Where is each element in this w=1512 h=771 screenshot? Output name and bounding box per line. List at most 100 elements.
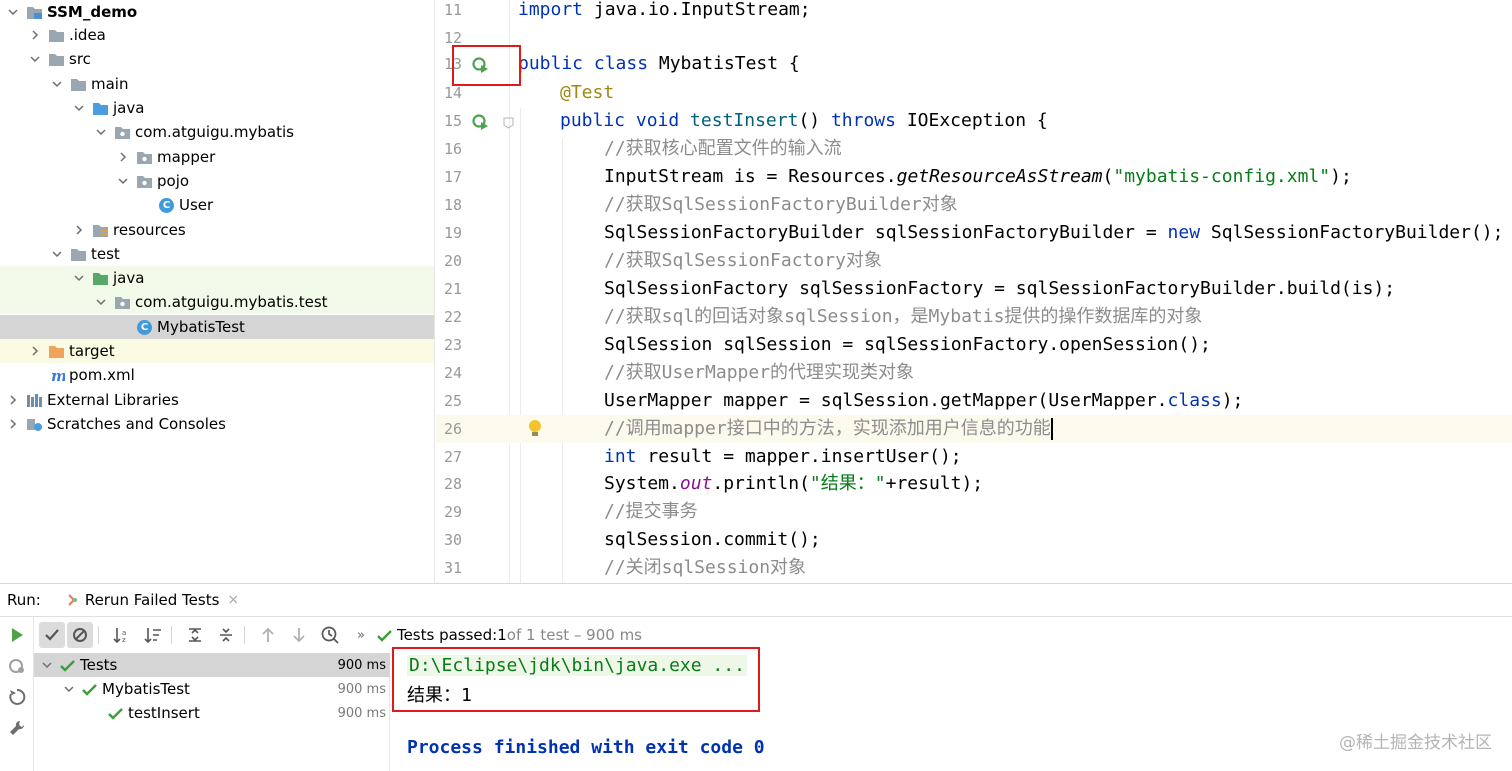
code-line: 28 System.out.println("结果："+result);: [436, 470, 1512, 498]
sort-alphabetically-icon[interactable]: az: [109, 622, 135, 648]
run-test-method-icon[interactable]: [472, 113, 490, 131]
tree-item-class-user[interactable]: C User: [0, 193, 434, 217]
chevron-right-icon[interactable]: [116, 150, 130, 164]
tree-item-package-mapper[interactable]: mapper: [0, 145, 434, 169]
chevron-down-icon[interactable]: [116, 174, 130, 188]
expand-all-icon[interactable]: [182, 622, 208, 648]
test-node-tests[interactable]: Tests 900 ms: [34, 653, 390, 677]
rerun-failed-icon[interactable]: [8, 657, 26, 675]
tree-item-test[interactable]: test: [0, 242, 434, 266]
excluded-folder-icon: [48, 343, 65, 360]
show-ignored-button[interactable]: [67, 622, 93, 648]
tree-item-ssm-demo[interactable]: SSM_demo: [0, 0, 434, 24]
chevron-right-icon[interactable]: [28, 344, 42, 358]
tree-item-label: pojo: [157, 172, 190, 190]
run-tab-bar: Run: Rerun Failed Tests ×: [0, 584, 1512, 617]
maven-icon: m: [48, 367, 65, 384]
chevron-down-icon[interactable]: [94, 295, 108, 309]
test-toolbar: az » Tests passed: 1 of 1 test – 900 ms: [34, 617, 1512, 653]
tree-item-package-mybatis[interactable]: com.atguigu.mybatis: [0, 120, 434, 144]
tree-item-package-pojo[interactable]: pojo: [0, 169, 434, 193]
code-text: sqlSession.commit();: [604, 529, 821, 550]
tree-item-external-libraries[interactable]: External Libraries: [0, 388, 434, 412]
tree-item-test-java[interactable]: java: [0, 266, 434, 290]
code-line: 31 //关闭sqlSession对象: [436, 554, 1512, 582]
chevron-down-icon[interactable]: [40, 658, 54, 672]
tree-item-main-java[interactable]: java: [0, 96, 434, 120]
tab-label: Rerun Failed Tests: [84, 591, 220, 609]
chevron-right-icon[interactable]: [6, 393, 20, 407]
code-text: SqlSessionFactoryBuilder sqlSessionFacto…: [604, 222, 1504, 243]
rerun-icon: [65, 593, 79, 607]
tree-item-src[interactable]: src: [0, 47, 434, 71]
lightbulb-icon[interactable]: [528, 419, 542, 439]
check-icon: [60, 659, 75, 672]
highlight-box: [452, 45, 521, 86]
tree-item-pom[interactable]: m pom.xml: [0, 363, 434, 387]
code-line: 11 import java.io.InputStream;: [436, 0, 1512, 24]
code-line: 13 public class MybatisTest {: [436, 50, 1512, 78]
tree-item-idea[interactable]: .idea: [0, 23, 434, 47]
show-passed-button[interactable]: [39, 622, 65, 648]
line-number: 11: [443, 1, 462, 19]
more-actions-icon[interactable]: »: [357, 628, 365, 643]
sort-by-duration-icon[interactable]: [140, 622, 166, 648]
folder-icon: [70, 76, 87, 93]
line-number: 22: [443, 308, 462, 326]
test-history-icon[interactable]: [317, 622, 343, 648]
wrench-icon[interactable]: [8, 719, 26, 737]
code-line: 24 //获取UserMapper的代理实现类对象: [436, 359, 1512, 387]
line-number: 28: [443, 475, 462, 493]
chevron-down-icon[interactable]: [72, 271, 86, 285]
chevron-down-icon[interactable]: [72, 101, 86, 115]
chevron-down-icon[interactable]: [62, 682, 76, 696]
test-node-class[interactable]: MybatisTest 900 ms: [34, 677, 390, 701]
chevron-down-icon[interactable]: [28, 52, 42, 66]
next-test-icon[interactable]: [286, 622, 312, 648]
test-node-label: MybatisTest: [102, 680, 190, 698]
test-duration: 900 ms: [337, 681, 386, 697]
chevron-down-icon[interactable]: [94, 125, 108, 139]
line-number: 17: [443, 168, 462, 186]
tab-rerun-failed-tests[interactable]: Rerun Failed Tests ×: [65, 584, 239, 617]
scratches-icon: [26, 416, 43, 433]
code-editor[interactable]: 11 import java.io.InputStream; 12 13 pub…: [436, 0, 1512, 583]
test-duration: 900 ms: [337, 657, 386, 673]
chevron-down-icon[interactable]: [6, 5, 20, 19]
close-icon[interactable]: ×: [227, 592, 239, 608]
code-text: public void testInsert() throws IOExcept…: [560, 110, 1048, 131]
toggle-auto-test-icon[interactable]: [8, 688, 26, 706]
chevron-right-icon[interactable]: [72, 223, 86, 237]
chevron-right-icon[interactable]: [28, 28, 42, 42]
watermark: @稀土掘金技术社区: [1339, 733, 1492, 753]
rerun-button[interactable]: [8, 626, 26, 644]
line-number: 20: [443, 252, 462, 270]
libraries-icon: [26, 392, 43, 409]
fold-icon[interactable]: [503, 115, 514, 129]
test-node-label: testInsert: [128, 704, 200, 722]
chevron-down-icon[interactable]: [50, 247, 64, 261]
package-icon: [136, 173, 153, 190]
line-number: 19: [443, 224, 462, 242]
tree-item-resources[interactable]: resources: [0, 218, 434, 242]
collapse-all-icon[interactable]: [213, 622, 239, 648]
code-line: 12: [436, 24, 1512, 52]
tree-item-label: resources: [113, 221, 186, 239]
previous-test-icon[interactable]: [255, 622, 281, 648]
tree-item-scratches[interactable]: Scratches and Consoles: [0, 412, 434, 436]
check-icon: [377, 629, 392, 642]
tree-item-class-mybatistest[interactable]: C MybatisTest: [0, 315, 434, 339]
tree-item-label: mapper: [157, 148, 216, 166]
package-icon: [114, 124, 131, 141]
line-number: 31: [443, 559, 462, 577]
code-text: public class MybatisTest {: [518, 53, 800, 74]
chevron-right-icon[interactable]: [6, 417, 20, 431]
code-text: UserMapper mapper = sqlSession.getMapper…: [604, 390, 1244, 411]
tree-item-package-test[interactable]: com.atguigu.mybatis.test: [0, 290, 434, 314]
test-node-method[interactable]: testInsert 900 ms: [34, 701, 390, 725]
tree-item-main[interactable]: main: [0, 72, 434, 96]
tree-item-label: External Libraries: [47, 391, 179, 409]
check-icon: [82, 683, 97, 696]
tree-item-target[interactable]: target: [0, 339, 434, 363]
chevron-down-icon[interactable]: [50, 77, 64, 91]
